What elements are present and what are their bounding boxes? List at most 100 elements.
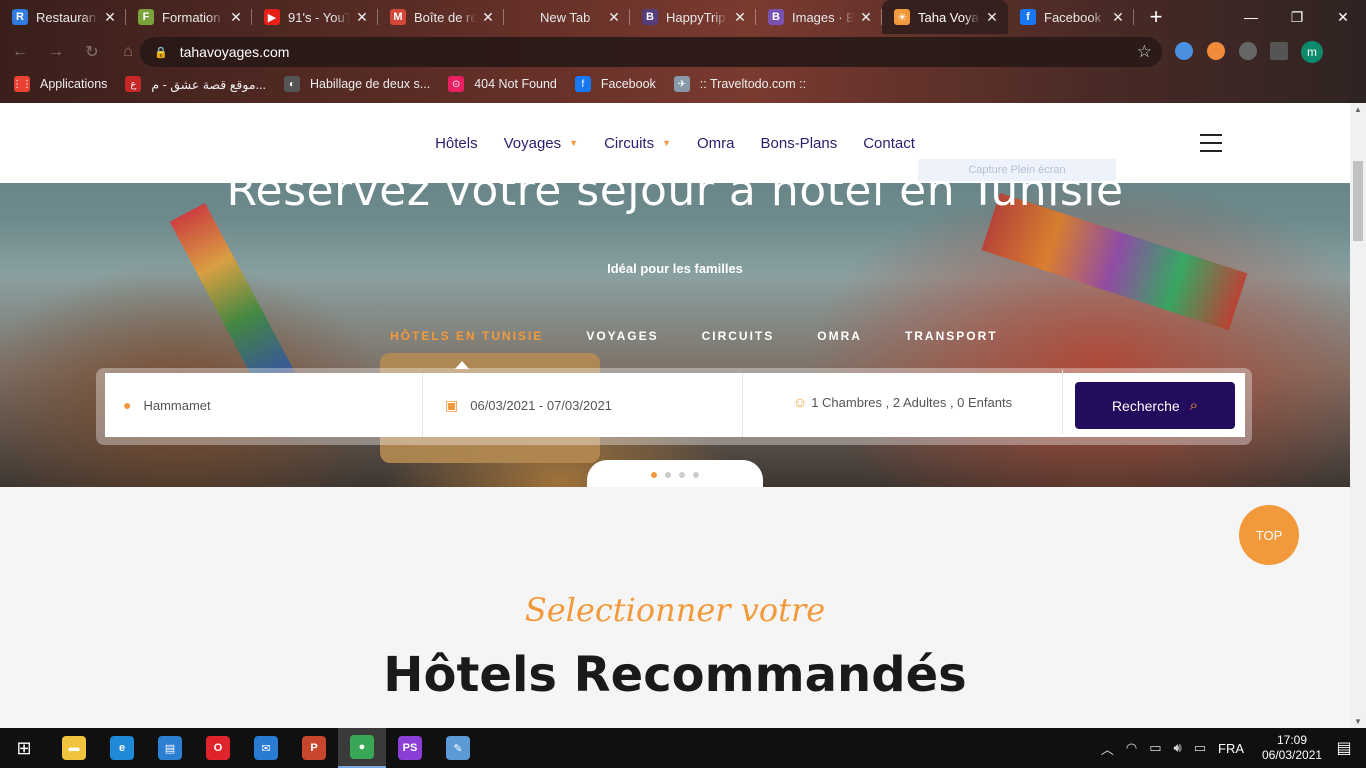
wifi-icon[interactable]: ◠ (1126, 740, 1137, 756)
bookmark-item[interactable]: ع موقع قصة عشق - م... (125, 76, 266, 92)
nav-item[interactable]: Bons-Plans (761, 135, 838, 152)
nav-item[interactable]: Voyages ▼ (504, 135, 578, 152)
search-tab[interactable]: TRANSPORT (905, 329, 998, 343)
close-tab-icon[interactable]: ✕ (1110, 9, 1126, 26)
bookmark-item[interactable]: f Facebook (574, 76, 656, 92)
slider-dot[interactable] (679, 472, 685, 478)
bookmark-label: :: Traveltodo.com :: (699, 77, 807, 91)
caret-down-icon: ▼ (662, 138, 671, 148)
section-kicker: Selectionner votre (524, 591, 826, 629)
taskbar-app[interactable]: e (98, 728, 146, 768)
scroll-up-icon[interactable]: ▲ (1354, 105, 1362, 114)
nav-item[interactable]: Hôtels (435, 135, 478, 152)
taskbar-app[interactable]: ▬ (50, 728, 98, 768)
tab-title: Boîte de ré (414, 9, 476, 25)
volume-icon[interactable]: 🔊︎ (1174, 740, 1182, 756)
address-bar[interactable]: 🔒 tahavoyages.com ☆ (140, 37, 1162, 67)
taskbar-app[interactable]: ✉ (242, 728, 290, 768)
web-page: Réservez votre séjour à hôtel en Tunisie… (0, 103, 1350, 728)
nav-item[interactable]: Omra (697, 135, 735, 152)
windows-logo-icon: ⊞ (16, 737, 32, 758)
extension-icon[interactable] (1175, 42, 1193, 60)
search-button[interactable]: Recherche ⌕ (1075, 382, 1235, 429)
close-tab-icon[interactable]: ✕ (984, 9, 1000, 26)
tab-favicon-icon: M (390, 9, 406, 25)
slider-dot[interactable] (665, 472, 671, 478)
bookmark-item[interactable]: ⋮⋮ Applications (12, 76, 107, 92)
browser-tab[interactable]: B HappyTrip / ✕ (630, 0, 756, 34)
close-tab-icon[interactable]: ✕ (102, 9, 118, 26)
scrollbar-thumb[interactable] (1353, 161, 1363, 241)
tab-favicon-icon: F (138, 9, 154, 25)
browser-tab[interactable]: ▶ 91's - YouT ✕ (252, 0, 378, 34)
chrome-icon: ● (350, 735, 374, 759)
store-icon: ▤ (158, 736, 182, 760)
profile-avatar[interactable]: m (1301, 41, 1323, 63)
tab-favicon-icon: f (1020, 9, 1036, 25)
close-window-button[interactable]: ✕ (1320, 0, 1366, 34)
puzzle-icon[interactable] (1239, 42, 1257, 60)
back-to-top-button[interactable]: TOP (1239, 505, 1299, 565)
close-tab-icon[interactable]: ✕ (858, 9, 874, 26)
bookmark-favicon-icon: ع (125, 76, 142, 92)
search-tab[interactable]: HÔTELS EN TUNISIE (390, 329, 543, 343)
close-tab-icon[interactable]: ✕ (228, 9, 244, 26)
bookmark-item[interactable]: ⊙ 404 Not Found (448, 76, 557, 92)
minimize-button[interactable]: — (1228, 0, 1274, 34)
taskbar-app[interactable]: ▤ (146, 728, 194, 768)
close-tab-icon[interactable]: ✕ (606, 9, 622, 26)
notification-icon[interactable]: ▤ (1322, 738, 1366, 758)
reading-list-icon[interactable] (1270, 42, 1288, 60)
chevron-up-icon[interactable]: ︿ (1101, 739, 1114, 758)
url-text: tahavoyages.com (179, 44, 290, 60)
bookmark-item[interactable]: ◐ Habillage de deux s... (283, 76, 430, 92)
taskbar-app[interactable]: P (290, 728, 338, 768)
browser-tab[interactable]: F Formation ✕ (126, 0, 252, 34)
bookmark-item[interactable]: ✈:: Traveltodo.com :: (673, 76, 807, 92)
battery-icon[interactable]: ▭ (1194, 740, 1206, 756)
meet-now-icon[interactable]: ▭ (1149, 740, 1161, 756)
bookmark-star-icon[interactable]: ☆ (1137, 42, 1152, 62)
slider-dot[interactable] (651, 472, 657, 478)
close-tab-icon[interactable]: ✕ (480, 9, 496, 26)
guests-field[interactable]: ☺ 1 Chambres , 2 Adultes , 0 Enfants (743, 370, 1063, 434)
slider-dot[interactable] (693, 472, 699, 478)
nav-item-label: Omra (697, 134, 735, 152)
nav-item[interactable]: Contact (863, 135, 915, 152)
people-icon: ☺ (792, 394, 808, 410)
date-range-value: 06/03/2021 - 07/03/2021 (470, 397, 612, 413)
hamburger-menu-icon[interactable] (1200, 134, 1222, 158)
taskbar-app[interactable]: O (194, 728, 242, 768)
browser-tab[interactable]: f Facebook ✕ (1008, 0, 1134, 34)
browser-tab[interactable]: New Tab ✕ (504, 0, 630, 34)
powerpoint-icon: P (302, 736, 326, 760)
date-range-field[interactable]: ▣ 06/03/2021 - 07/03/2021 (423, 373, 743, 437)
restore-button[interactable]: ❐ (1274, 0, 1320, 34)
page-scrollbar[interactable]: ▲ ▼ (1350, 103, 1366, 728)
nav-item[interactable]: Circuits ▼ (604, 135, 671, 152)
close-tab-icon[interactable]: ✕ (732, 9, 748, 26)
browser-tab[interactable]: B Images · Bo✕ (756, 0, 882, 34)
start-button[interactable]: ⊞ (0, 728, 48, 768)
search-tab[interactable]: OMRA (817, 329, 862, 343)
hotel-search-form: ● Hammamet ▣ 06/03/2021 - 07/03/2021 ☺ 1… (105, 370, 1245, 437)
taskbar-app[interactable]: ● (338, 728, 386, 768)
search-tab[interactable]: CIRCUITS (702, 329, 775, 343)
tab-title: Facebook (1044, 9, 1102, 25)
browser-tab[interactable]: M Boîte de ré ✕ (378, 0, 504, 34)
search-tab[interactable]: VOYAGES (586, 329, 658, 343)
new-tab-button[interactable]: + (1138, 0, 1174, 34)
forward-button[interactable]: → (40, 36, 72, 68)
browser-tab[interactable]: R Restaurant ✕ (0, 0, 126, 34)
reload-button[interactable]: ↻ (76, 36, 108, 68)
extension-icon[interactable] (1207, 42, 1225, 60)
taskbar-app[interactable]: ✎ (434, 728, 482, 768)
browser-tab[interactable]: ☀ Taha Voyag ✕ (882, 0, 1008, 34)
destination-field[interactable]: ● Hammamet (105, 373, 423, 437)
taskbar-app[interactable]: PS (386, 728, 434, 768)
language-indicator[interactable]: FRA (1218, 741, 1244, 756)
back-button[interactable]: ← (4, 36, 36, 68)
close-tab-icon[interactable]: ✕ (354, 9, 370, 26)
clock[interactable]: 17:09 06/03/2021 (1262, 733, 1322, 763)
scroll-down-icon[interactable]: ▼ (1354, 717, 1362, 726)
